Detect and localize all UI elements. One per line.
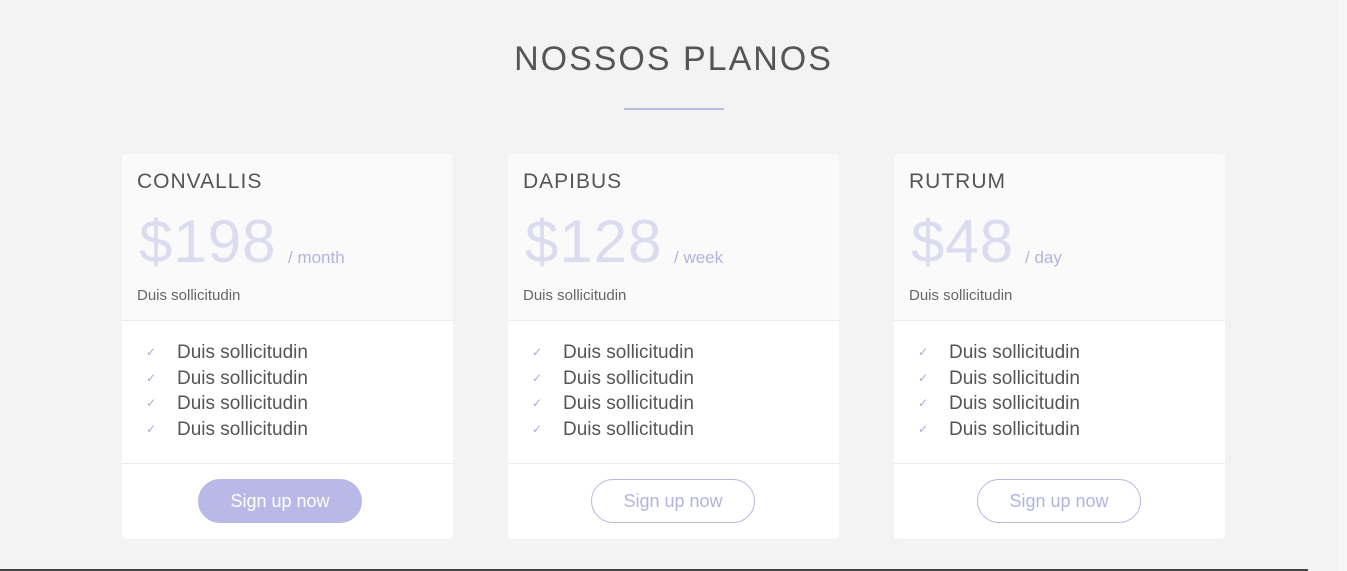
plan-name: RUTRUM [909,170,1006,193]
feature-label: Duis sollicitudin [177,367,308,389]
feature-item: ✓ Duis sollicitudin [146,417,308,443]
card-divider [122,463,453,464]
card-header: CONVALLIS $198 / month Duis sollicitudin [122,154,453,321]
plan-price: $198 [139,208,277,275]
feature-label: Duis sollicitudin [949,367,1080,389]
feature-item: ✓ Duis sollicitudin [918,340,1080,366]
plan-period: / day [1025,248,1062,267]
sign-up-button[interactable]: Sign up now [977,479,1141,523]
scrollbar-track[interactable] [1339,0,1347,571]
check-icon: ✓ [146,421,157,436]
feature-item: ✓ Duis sollicitudin [918,417,1080,443]
plan-period: / month [288,248,345,267]
feature-label: Duis sollicitudin [563,393,694,414]
feature-label: Duis sollicitudin [177,393,308,414]
check-icon: ✓ [146,370,157,385]
pricing-card-convallis: CONVALLIS $198 / month Duis sollicitudin… [122,154,453,539]
plan-name: DAPIBUS [523,170,623,193]
check-icon: ✓ [918,421,929,436]
check-icon: ✓ [918,396,929,410]
check-icon: ✓ [532,370,543,385]
pricing-card-dapibus: DAPIBUS $128 / week Duis sollicitudin ✓ D… [508,154,839,539]
card-header: DAPIBUS $128 / week Duis sollicitudin [508,154,839,321]
check-icon: ✓ [146,345,157,359]
section-title: NOSSOS PLANOS [514,40,833,78]
feature-item: ✓ Duis sollicitudin [532,417,694,443]
sign-up-button[interactable]: Sign up now [198,479,362,523]
feature-item: ✓ Duis sollicitudin [532,391,694,417]
feature-label: Duis sollicitudin [177,418,308,440]
feature-label: Duis sollicitudin [177,342,308,363]
feature-label: Duis sollicitudin [563,367,694,389]
plan-subtitle: Duis sollicitudin [909,287,1013,304]
pricing-card-rutrum: RUTRUM $48 / day Duis sollicitudin ✓ Duis… [894,154,1225,539]
sign-up-button[interactable]: Sign up now [591,479,755,523]
feature-item: ✓ Duis sollicitudin [918,391,1080,417]
plan-price: $48 [911,208,1015,275]
plan-name: CONVALLIS [137,170,263,193]
title-underline [624,108,724,110]
feature-label: Duis sollicitudin [949,418,1080,440]
check-icon: ✓ [532,421,543,436]
feature-item: ✓ Duis sollicitudin [146,340,308,366]
plan-price: $128 [525,208,663,275]
feature-list: ✓ Duis sollicitudin ✓ Duis sollicitudin ✓ D… [918,340,1080,442]
feature-item: ✓ Duis sollicitudin [146,391,308,417]
feature-label: Duis sollicitudin [563,342,694,363]
plan-subtitle: Duis sollicitudin [137,287,241,304]
feature-label: Duis sollicitudin [563,418,694,440]
check-icon: ✓ [146,396,157,410]
card-divider [508,463,839,464]
feature-list: ✓ Duis sollicitudin ✓ Duis sollicitudin ✓ D… [532,340,694,442]
card-divider [894,463,1225,464]
plan-subtitle: Duis sollicitudin [523,287,627,304]
feature-label: Duis sollicitudin [949,342,1080,363]
card-header: RUTRUM $48 / day Duis sollicitudin [894,154,1225,321]
plan-period: / week [674,248,724,267]
check-icon: ✓ [532,396,543,410]
feature-label: Duis sollicitudin [949,393,1080,414]
check-icon: ✓ [532,345,543,359]
check-icon: ✓ [918,370,929,385]
feature-item: ✓ Duis sollicitudin [532,340,694,366]
feature-list: ✓ Duis sollicitudin ✓ Duis sollicitudin ✓ D… [146,340,308,442]
feature-item: ✓ Duis sollicitudin [918,366,1080,392]
check-icon: ✓ [918,345,929,359]
feature-item: ✓ Duis sollicitudin [532,366,694,392]
feature-item: ✓ Duis sollicitudin [146,366,308,392]
